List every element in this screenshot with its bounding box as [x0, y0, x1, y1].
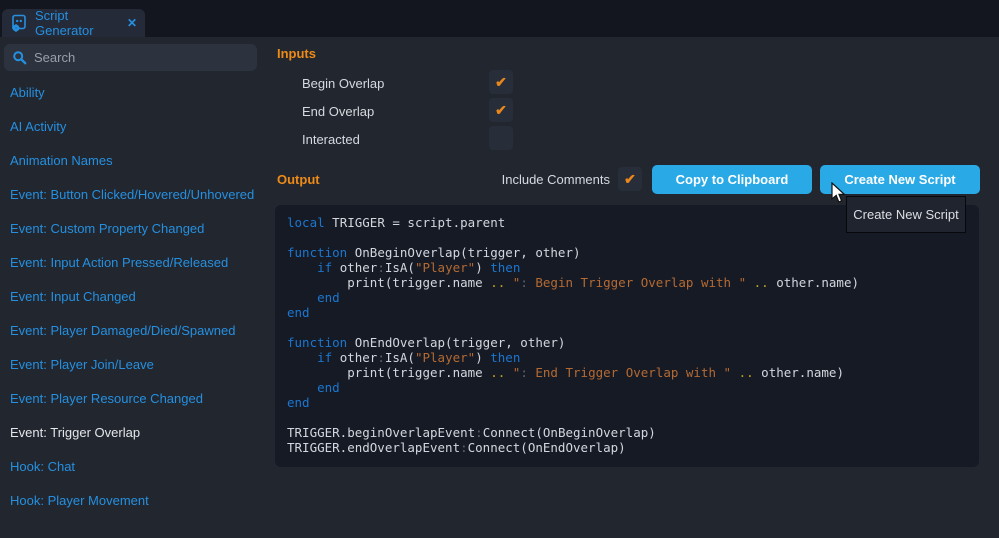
tab-close-icon[interactable]: ✕	[127, 16, 137, 30]
include-comments-checkbox[interactable]: ✔	[618, 167, 642, 191]
input-option-checkbox[interactable]	[489, 126, 513, 150]
search-input[interactable]	[34, 50, 234, 65]
create-new-script-button[interactable]: Create New Script	[820, 165, 980, 194]
code-line: function OnBeginOverlap(trigger, other)	[287, 245, 967, 260]
code-line: end	[287, 305, 967, 320]
code-output[interactable]: local TRIGGER = script.parent function O…	[275, 205, 979, 467]
input-option-label: Begin Overlap	[302, 76, 384, 91]
sidebar-item[interactable]: Hook: Player Movement	[0, 483, 262, 517]
code-line: print(trigger.name .. ": End Trigger Ove…	[287, 365, 967, 380]
sidebar-item[interactable]: Event: Player Join/Leave	[0, 347, 262, 381]
sidebar-item[interactable]: AI Activity	[0, 109, 262, 143]
sidebar-item[interactable]: Event: Player Resource Changed	[0, 381, 262, 415]
search-box[interactable]	[4, 44, 257, 71]
code-line: print(trigger.name .. ": Begin Trigger O…	[287, 275, 967, 290]
script-generator-icon	[10, 14, 28, 32]
input-option-label: End Overlap	[302, 104, 374, 119]
output-heading: Output	[277, 172, 320, 187]
sidebar-item[interactable]: Event: Custom Property Changed	[0, 211, 262, 245]
code-line: end	[287, 290, 967, 305]
input-option-checkbox[interactable]: ✔	[489, 70, 513, 94]
sidebar-item[interactable]: Event: Button Clicked/Hovered/Unhovered	[0, 177, 262, 211]
tooltip-text: Create New Script	[853, 207, 958, 222]
sidebar-item[interactable]: Event: Trigger Overlap	[0, 415, 262, 449]
inputs-heading: Inputs	[277, 46, 316, 61]
code-line: end	[287, 395, 967, 410]
copy-to-clipboard-button[interactable]: Copy to Clipboard	[652, 165, 812, 194]
tab-bar: Script Generator ✕	[0, 0, 999, 37]
check-icon: ✔	[495, 75, 507, 89]
sidebar: AbilityAI ActivityAnimation NamesEvent: …	[0, 37, 262, 538]
search-icon	[12, 50, 27, 65]
input-option-checkbox[interactable]: ✔	[489, 98, 513, 122]
sidebar-item[interactable]: Event: Input Changed	[0, 279, 262, 313]
sidebar-item[interactable]: Ability	[0, 75, 262, 109]
tab-title: Script Generator	[35, 8, 118, 38]
code-line: function OnEndOverlap(trigger, other)	[287, 335, 967, 350]
tab-script-generator[interactable]: Script Generator ✕	[2, 9, 145, 37]
include-comments-label: Include Comments	[502, 172, 610, 187]
sidebar-item[interactable]: Hook: Chat	[0, 449, 262, 483]
code-line: TRIGGER.beginOverlapEvent:Connect(OnBegi…	[287, 425, 967, 440]
input-option-label: Interacted	[302, 132, 360, 147]
check-icon: ✔	[495, 103, 507, 117]
check-icon: ✔	[624, 172, 636, 186]
create-new-script-tooltip: Create New Script	[846, 196, 966, 233]
code-line: TRIGGER.endOverlapEvent:Connect(OnEndOve…	[287, 440, 967, 455]
sidebar-item[interactable]: Event: Player Damaged/Died/Spawned	[0, 313, 262, 347]
code-line: if other:IsA("Player") then	[287, 350, 967, 365]
code-line	[287, 320, 967, 335]
sidebar-list: AbilityAI ActivityAnimation NamesEvent: …	[0, 75, 262, 517]
code-line: end	[287, 380, 967, 395]
sidebar-item[interactable]: Event: Input Action Pressed/Released	[0, 245, 262, 279]
code-line: if other:IsA("Player") then	[287, 260, 967, 275]
code-line	[287, 410, 967, 425]
sidebar-item[interactable]: Animation Names	[0, 143, 262, 177]
